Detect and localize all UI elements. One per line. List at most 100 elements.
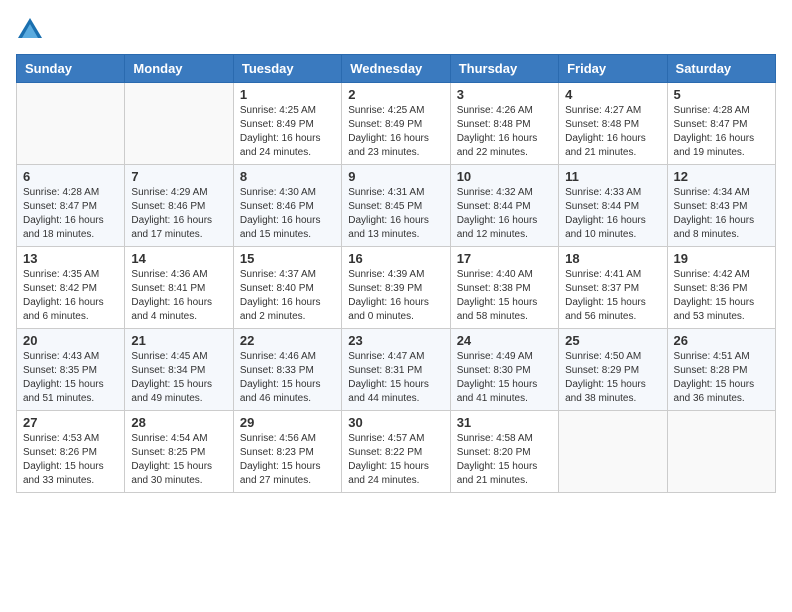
calendar-day-header: Tuesday — [233, 55, 341, 83]
day-number: 23 — [348, 333, 443, 348]
day-info: Sunrise: 4:37 AMSunset: 8:40 PMDaylight:… — [240, 268, 335, 324]
calendar-cell: 3 Sunrise: 4:26 AMSunset: 8:48 PMDaylight… — [450, 83, 558, 165]
day-number: 11 — [565, 169, 660, 184]
day-info: Sunrise: 4:41 AMSunset: 8:37 PMDaylight:… — [565, 268, 660, 324]
day-info: Sunrise: 4:53 AMSunset: 8:26 PMDaylight:… — [23, 432, 118, 488]
day-info: Sunrise: 4:28 AMSunset: 8:47 PMDaylight:… — [23, 186, 118, 242]
day-number: 4 — [565, 87, 660, 102]
day-number: 9 — [348, 169, 443, 184]
calendar-cell: 20 Sunrise: 4:43 AMSunset: 8:35 PMDayligh… — [17, 329, 125, 411]
calendar-day-header: Saturday — [667, 55, 775, 83]
day-number: 10 — [457, 169, 552, 184]
day-number: 24 — [457, 333, 552, 348]
day-number: 13 — [23, 251, 118, 266]
day-info: Sunrise: 4:46 AMSunset: 8:33 PMDaylight:… — [240, 350, 335, 406]
day-number: 18 — [565, 251, 660, 266]
calendar-cell: 21Sunrise: 4:45 AMSunset: 8:34 PMDayligh… — [125, 329, 233, 411]
calendar-cell: 15 Sunrise: 4:37 AMSunset: 8:40 PMDayligh… — [233, 247, 341, 329]
calendar-cell: 13 Sunrise: 4:35 AMSunset: 8:42 PMDayligh… — [17, 247, 125, 329]
calendar-cell: 24 Sunrise: 4:49 AMSunset: 8:30 PMDayligh… — [450, 329, 558, 411]
day-number: 17 — [457, 251, 552, 266]
day-info: Sunrise: 4:45 AMSunset: 8:34 PMDaylight:… — [131, 350, 226, 406]
day-info: Sunrise: 4:28 AMSunset: 8:47 PMDaylight:… — [674, 104, 769, 160]
calendar-cell — [125, 83, 233, 165]
logo — [16, 16, 48, 44]
calendar-cell: 17 Sunrise: 4:40 AMSunset: 8:38 PMDayligh… — [450, 247, 558, 329]
day-info: Sunrise: 4:40 AMSunset: 8:38 PMDaylight:… — [457, 268, 552, 324]
calendar-cell: 11 Sunrise: 4:33 AMSunset: 8:44 PMDayligh… — [559, 165, 667, 247]
calendar-table: SundayMondayTuesdayWednesdayThursdayFrid… — [16, 54, 776, 493]
day-number: 19 — [674, 251, 769, 266]
day-number: 31 — [457, 415, 552, 430]
day-number: 20 — [23, 333, 118, 348]
day-number: 22 — [240, 333, 335, 348]
day-info: Sunrise: 4:43 AMSunset: 8:35 PMDaylight:… — [23, 350, 118, 406]
calendar-cell: 14 Sunrise: 4:36 AMSunset: 8:41 PMDayligh… — [125, 247, 233, 329]
calendar-cell: 1 Sunrise: 4:25 AMSunset: 8:49 PMDaylight… — [233, 83, 341, 165]
calendar-cell: 19 Sunrise: 4:42 AMSunset: 8:36 PMDayligh… — [667, 247, 775, 329]
day-info: Sunrise: 4:51 AMSunset: 8:28 PMDaylight:… — [674, 350, 769, 406]
calendar-cell: 31 Sunrise: 4:58 AMSunset: 8:20 PMDayligh… — [450, 411, 558, 493]
calendar-cell — [17, 83, 125, 165]
day-number: 25 — [565, 333, 660, 348]
day-info: Sunrise: 4:42 AMSunset: 8:36 PMDaylight:… — [674, 268, 769, 324]
day-number: 28 — [131, 415, 226, 430]
page-header — [16, 16, 776, 44]
day-info: Sunrise: 4:35 AMSunset: 8:42 PMDaylight:… — [23, 268, 118, 324]
day-number: 30 — [348, 415, 443, 430]
day-info: Sunrise: 4:33 AMSunset: 8:44 PMDaylight:… — [565, 186, 660, 242]
day-number: 16 — [348, 251, 443, 266]
calendar-week-row: 6 Sunrise: 4:28 AMSunset: 8:47 PMDaylight… — [17, 165, 776, 247]
calendar-header-row: SundayMondayTuesdayWednesdayThursdayFrid… — [17, 55, 776, 83]
day-info: Sunrise: 4:39 AMSunset: 8:39 PMDaylight:… — [348, 268, 443, 324]
calendar-cell: 28 Sunrise: 4:54 AMSunset: 8:25 PMDayligh… — [125, 411, 233, 493]
calendar-cell: 30 Sunrise: 4:57 AMSunset: 8:22 PMDayligh… — [342, 411, 450, 493]
day-info: Sunrise: 4:32 AMSunset: 8:44 PMDaylight:… — [457, 186, 552, 242]
day-number: 27 — [23, 415, 118, 430]
calendar-cell: 29Sunrise: 4:56 AMSunset: 8:23 PMDayligh… — [233, 411, 341, 493]
day-info: Sunrise: 4:26 AMSunset: 8:48 PMDaylight:… — [457, 104, 552, 160]
calendar-day-header: Monday — [125, 55, 233, 83]
calendar-day-header: Thursday — [450, 55, 558, 83]
calendar-week-row: 1 Sunrise: 4:25 AMSunset: 8:49 PMDaylight… — [17, 83, 776, 165]
day-number: 14 — [131, 251, 226, 266]
calendar-week-row: 27 Sunrise: 4:53 AMSunset: 8:26 PMDayligh… — [17, 411, 776, 493]
day-info: Sunrise: 4:25 AMSunset: 8:49 PMDaylight:… — [240, 104, 335, 160]
calendar-cell: 18 Sunrise: 4:41 AMSunset: 8:37 PMDayligh… — [559, 247, 667, 329]
day-number: 12 — [674, 169, 769, 184]
calendar-cell: 6 Sunrise: 4:28 AMSunset: 8:47 PMDaylight… — [17, 165, 125, 247]
day-number: 26 — [674, 333, 769, 348]
day-info: Sunrise: 4:25 AMSunset: 8:49 PMDaylight:… — [348, 104, 443, 160]
calendar-cell: 2 Sunrise: 4:25 AMSunset: 8:49 PMDaylight… — [342, 83, 450, 165]
day-info: Sunrise: 4:58 AMSunset: 8:20 PMDaylight:… — [457, 432, 552, 488]
day-number: 1 — [240, 87, 335, 102]
calendar-cell: 23Sunrise: 4:47 AMSunset: 8:31 PMDayligh… — [342, 329, 450, 411]
day-info: Sunrise: 4:54 AMSunset: 8:25 PMDaylight:… — [131, 432, 226, 488]
day-info: Sunrise: 4:36 AMSunset: 8:41 PMDaylight:… — [131, 268, 226, 324]
day-info: Sunrise: 4:29 AMSunset: 8:46 PMDaylight:… — [131, 186, 226, 242]
day-number: 8 — [240, 169, 335, 184]
calendar-day-header: Friday — [559, 55, 667, 83]
day-number: 5 — [674, 87, 769, 102]
day-info: Sunrise: 4:57 AMSunset: 8:22 PMDaylight:… — [348, 432, 443, 488]
day-number: 15 — [240, 251, 335, 266]
calendar-cell: 12Sunrise: 4:34 AMSunset: 8:43 PMDayligh… — [667, 165, 775, 247]
calendar-cell: 27 Sunrise: 4:53 AMSunset: 8:26 PMDayligh… — [17, 411, 125, 493]
day-number: 6 — [23, 169, 118, 184]
day-number: 2 — [348, 87, 443, 102]
day-info: Sunrise: 4:49 AMSunset: 8:30 PMDaylight:… — [457, 350, 552, 406]
calendar-day-header: Wednesday — [342, 55, 450, 83]
calendar-cell: 8 Sunrise: 4:30 AMSunset: 8:46 PMDaylight… — [233, 165, 341, 247]
calendar-cell: 26 Sunrise: 4:51 AMSunset: 8:28 PMDayligh… — [667, 329, 775, 411]
calendar-cell: 25Sunrise: 4:50 AMSunset: 8:29 PMDayligh… — [559, 329, 667, 411]
calendar-cell: 4Sunrise: 4:27 AMSunset: 8:48 PMDaylight… — [559, 83, 667, 165]
calendar-cell: 10 Sunrise: 4:32 AMSunset: 8:44 PMDayligh… — [450, 165, 558, 247]
calendar-cell: 9 Sunrise: 4:31 AMSunset: 8:45 PMDaylight… — [342, 165, 450, 247]
calendar-cell: 7 Sunrise: 4:29 AMSunset: 8:46 PMDaylight… — [125, 165, 233, 247]
day-number: 3 — [457, 87, 552, 102]
day-info: Sunrise: 4:30 AMSunset: 8:46 PMDaylight:… — [240, 186, 335, 242]
day-info: Sunrise: 4:31 AMSunset: 8:45 PMDaylight:… — [348, 186, 443, 242]
day-number: 7 — [131, 169, 226, 184]
logo-icon — [16, 16, 44, 44]
calendar-cell: 5 Sunrise: 4:28 AMSunset: 8:47 PMDaylight… — [667, 83, 775, 165]
